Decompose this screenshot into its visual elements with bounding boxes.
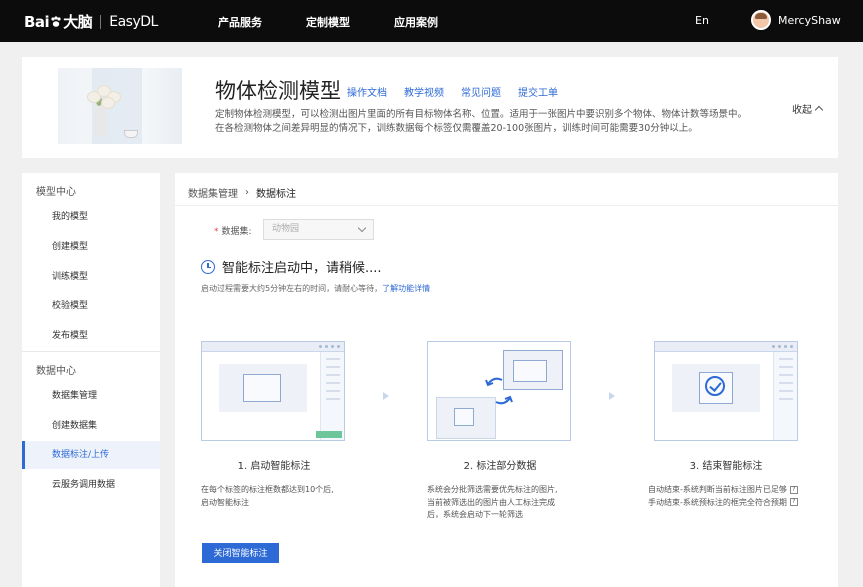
brand-text-danao: 大脑 [63,13,93,31]
link-docs[interactable]: 操作文档 [347,84,387,99]
required-mark: * [214,227,219,237]
sidebar: 模型中心 我的模型 创建模型 训练模型 校验模型 发布模型 数据中心 数据集管理… [22,173,160,587]
close-smart-labeling-button[interactable]: 关闭智能标注 [202,543,279,563]
logo-divider [100,14,102,29]
step-desc-line: 系统会分批筛选需要优先标注的图片, [427,485,558,494]
clock-icon [201,259,215,274]
hint-text: 启动过程需要大约5分钟左右的时间，请耐心等待， [201,284,383,293]
brand-text-bai: Bai [24,12,50,31]
user-menu[interactable]: MercyShaw [751,10,841,30]
help-icon[interactable]: ? [789,485,798,494]
sidebar-item-publish-model[interactable]: 发布模型 [22,322,160,350]
baidu-easydl-logo[interactable]: Bai 大脑 EasyDL [24,11,158,32]
main-nav: 产品服务 定制模型 应用案例 [218,14,438,30]
step-desc-line: 在每个标签的标注框数都达到10个后, [201,485,334,494]
step2-description: 系统会分批筛选需要优先标注的图片, 当前被筛选出的图片由人工标注完成 后，系统会… [427,484,592,522]
top-navbar: Bai 大脑 EasyDL 产品服务 定制模型 应用案例 En MercySha… [0,0,863,42]
step-desc-line: 后，系统会启动下一轮筛选 [427,510,523,519]
step1-title: 1. 启动智能标注 [237,461,311,472]
nav-cases[interactable]: 应用案例 [394,14,438,30]
step3-description: 自动结束-系统判断当前标注图片已足够? 手动结束-系统预标注的框完全符合预期? [648,484,828,509]
sidebar-item-create-dataset[interactable]: 创建数据集 [22,412,160,440]
help-links: 操作文档 教学视频 常见问题 提交工单 [347,84,558,99]
step1-illustration [201,341,345,441]
step-desc-text: 手动结束-系统预标注的框完全符合预期 [648,497,787,507]
nav-products[interactable]: 产品服务 [218,14,262,30]
breadcrumb: 数据集管理 › 数据标注 [188,185,296,200]
dataset-select[interactable]: 动物园 [263,219,374,240]
link-videos[interactable]: 教学视频 [404,84,444,99]
sidebar-divider [22,351,160,352]
sidebar-item-dataset-management[interactable]: 数据集管理 [22,382,160,410]
chevron-down-icon [357,223,367,233]
step-desc-line: 自动结束-系统判断当前标注图片已足够? [648,484,828,497]
step3-illustration [654,341,798,441]
sidebar-item-validate-model[interactable]: 校验模型 [22,292,160,320]
status-text: 智能标注启动中，请稍候.... [222,261,382,276]
link-ticket[interactable]: 提交工单 [518,84,558,99]
breadcrumb-current: 数据标注 [256,189,296,200]
dataset-select-value: 动物园 [272,224,300,234]
learn-more-link[interactable]: 了解功能详情 [382,284,430,293]
step-desc-line: 手动结束-系统预标注的框完全符合预期? [648,497,828,510]
arrow-right-icon [383,392,389,400]
hero-illustration [58,68,182,144]
model-intro-card: 物体检测模型 操作文档 教学视频 常见问题 提交工单 定制物体检测模型，可以检测… [22,57,838,158]
help-icon[interactable]: ? [789,498,798,506]
status-message: 智能标注启动中，请稍候.... [201,257,382,276]
collapse-label: 收起 [792,105,812,116]
arrow-right-icon [609,392,615,400]
step-desc-line: 启动智能标注 [201,497,249,507]
username: MercyShaw [778,13,841,27]
dataset-label-text: 数据集: [221,227,252,237]
chevron-up-icon [814,105,824,115]
refresh-icon [485,377,513,405]
step-desc-line: 当前被筛选出的图片由人工标注完成 [427,497,555,507]
step2-illustration [427,341,571,441]
step3-title: 3. 结束智能标注 [689,461,763,472]
dataset-label: * 数据集: [214,224,252,237]
chevron-right-icon: › [245,187,249,198]
model-description: 定制物体检测模型，可以检测出图片里面的所有目标物体名称、位置。适用于一张图片中要… [215,108,775,136]
language-switch[interactable]: En [695,14,709,27]
step2-title: 2. 标注部分数据 [463,461,537,472]
page-title: 物体检测模型 [215,79,341,103]
status-hint: 启动过程需要大约5分钟左右的时间，请耐心等待，了解功能详情 [201,283,430,294]
sidebar-item-train-model[interactable]: 训练模型 [22,263,160,291]
step-desc-text: 自动结束-系统判断当前标注图片已足够 [648,485,787,494]
breadcrumb-dataset-management[interactable]: 数据集管理 [188,185,238,200]
sidebar-item-data-labeling[interactable]: 数据标注/上传 [22,441,160,469]
sidebar-item-cloud-service-data[interactable]: 云服务调用数据 [22,471,160,499]
description-line: 在各检测物体之间差异明显的情况下，训练数据每个标签仅需覆盖20-100张图片，训… [215,123,698,134]
step1-description: 在每个标签的标注框数都达到10个后, 启动智能标注 [201,484,366,509]
sidebar-group-model-center: 模型中心 [36,187,76,198]
link-faq[interactable]: 常见问题 [461,84,501,99]
check-circle-icon [705,376,725,396]
sidebar-item-my-models[interactable]: 我的模型 [22,203,160,231]
sidebar-item-create-model[interactable]: 创建模型 [22,233,160,261]
description-line: 定制物体检测模型，可以检测出图片里面的所有目标物体名称、位置。适用于一张图片中要… [215,109,748,120]
sidebar-group-data-center: 数据中心 [36,366,76,377]
avatar [751,10,771,30]
divider [175,205,838,206]
collapse-button[interactable]: 收起 [792,101,824,116]
product-name: EasyDL [109,13,158,30]
main-content: 数据集管理 › 数据标注 * 数据集: 动物园 智能标注启动中，请稍候.... 启… [175,173,838,587]
paw-icon [51,15,61,27]
nav-custom-model[interactable]: 定制模型 [306,14,350,30]
